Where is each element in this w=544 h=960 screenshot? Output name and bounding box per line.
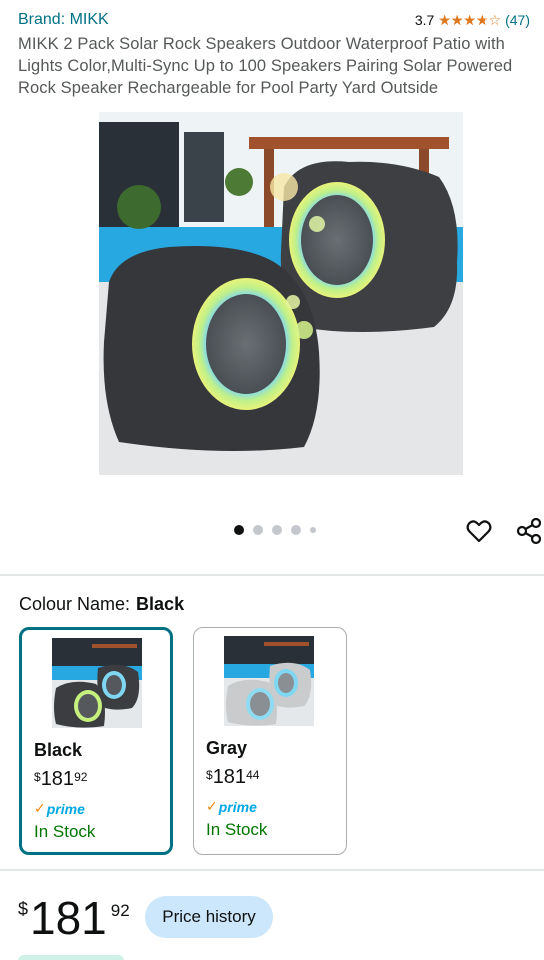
price-currency: $ bbox=[18, 899, 29, 919]
price-whole: 181 bbox=[30, 892, 107, 944]
header-row: Brand: MIKK 3.7 ☆☆☆☆☆ ★★★★★ (47) bbox=[18, 9, 530, 31]
section-divider bbox=[0, 574, 544, 576]
swatch-price: $181 92 bbox=[34, 768, 88, 790]
stock-status: In Stock bbox=[206, 820, 268, 839]
swatch-name: Black bbox=[34, 740, 83, 760]
pagination-dot[interactable] bbox=[272, 525, 282, 535]
swatch-black[interactable]: Black $181 92 ✓ prime In Stock bbox=[19, 627, 173, 855]
price-cents: 92 bbox=[110, 901, 130, 920]
colour-name-label: Colour Name: Black bbox=[19, 594, 184, 615]
product-title: MIKK 2 Pack Solar Rock Speakers Outdoor … bbox=[18, 35, 513, 97]
pagination-dot[interactable] bbox=[310, 527, 316, 533]
pagination-dot[interactable] bbox=[234, 525, 244, 535]
swatch-thumbnail bbox=[224, 636, 314, 726]
prime-badge: ✓ prime bbox=[206, 798, 257, 815]
prime-badge: ✓ prime bbox=[34, 800, 85, 817]
star-rating-icon: ☆☆☆☆☆ ★★★★★ bbox=[438, 12, 502, 28]
section-divider bbox=[0, 869, 544, 871]
stock-status: In Stock bbox=[34, 822, 96, 841]
image-pagination[interactable] bbox=[234, 525, 316, 535]
rating-value: 3.7 bbox=[414, 12, 435, 28]
swatch-gray[interactable]: Gray $181 44 ✓ prime In Stock bbox=[193, 627, 347, 855]
rating-count-link[interactable]: (47) bbox=[505, 12, 530, 28]
swatch-name: Gray bbox=[206, 738, 248, 758]
swatch-price: $181 44 bbox=[206, 766, 260, 788]
colour-label-text: Colour Name: bbox=[19, 594, 131, 614]
checkmark-icon: ✓ bbox=[34, 800, 46, 816]
heart-icon[interactable] bbox=[465, 517, 493, 545]
share-icon[interactable] bbox=[515, 517, 543, 545]
rating-summary[interactable]: 3.7 ☆☆☆☆☆ ★★★★★ (47) bbox=[415, 12, 530, 28]
product-price: $ 181 92 bbox=[18, 893, 130, 943]
pagination-dot[interactable] bbox=[253, 525, 263, 535]
pagination-dot[interactable] bbox=[291, 525, 301, 535]
deal-badge-peek bbox=[18, 955, 124, 960]
product-image[interactable] bbox=[99, 112, 463, 475]
swatch-thumbnail bbox=[52, 638, 142, 728]
price-history-button[interactable]: Price history bbox=[145, 896, 273, 938]
checkmark-icon: ✓ bbox=[206, 798, 218, 814]
selected-colour: Black bbox=[136, 594, 185, 614]
brand-link[interactable]: Brand: MIKK bbox=[18, 11, 109, 29]
